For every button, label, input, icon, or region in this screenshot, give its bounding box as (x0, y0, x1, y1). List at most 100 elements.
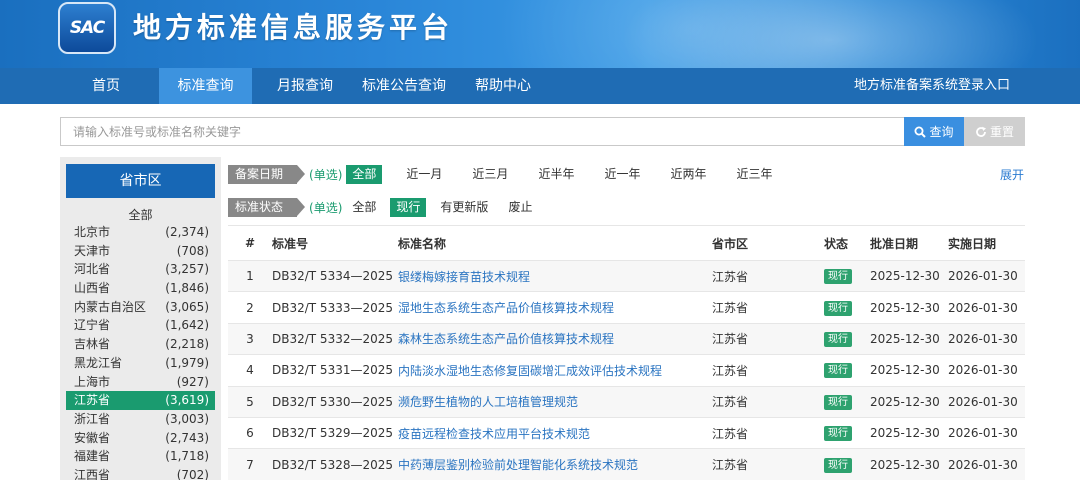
table-row[interactable]: 7 DB32/T 5328—2025 中药薄层鉴别检验前处理智能化系统技术规范 江苏省… (228, 448, 1025, 480)
row-index: 6 (228, 417, 272, 450)
table-row[interactable]: 4 DB32/T 5331—2025 内陆淡水湿地生态修复固碳增汇成效评估技术规程 江… (228, 354, 1025, 387)
region-item[interactable]: 北京市 (2,374) (66, 223, 215, 242)
standard-name-link[interactable]: 湿地生态系统生态产品价值核算技术规程 (398, 301, 614, 315)
nav-monthly-report[interactable]: 月报查询 (262, 68, 348, 104)
row-code: DB32/T 5330—2025 (272, 386, 398, 418)
query-button[interactable]: 查询 (904, 117, 964, 146)
row-effective-date: 2026-01-30 (948, 386, 1025, 418)
filing-system-login-link[interactable]: 地方标准备案系统登录入口 (854, 68, 1010, 104)
row-name-cell: 内陆淡水湿地生态修复固碳增汇成效评估技术规程 (398, 354, 712, 387)
standard-name-link[interactable]: 中药薄层鉴别检验前处理智能化系统技术规范 (398, 458, 638, 472)
filter-date-option[interactable]: 近一月 (400, 165, 448, 184)
row-effective-date: 2026-01-30 (948, 323, 1025, 356)
table-row[interactable]: 2 DB32/T 5333—2025 湿地生态系统生态产品价值核算技术规程 江苏省 现行… (228, 291, 1025, 324)
region-item[interactable]: 内蒙古自治区 (3,065) (66, 298, 215, 317)
filter-date-option[interactable]: 近三年 (730, 165, 778, 184)
refresh-icon (976, 126, 986, 137)
nav-standard-query[interactable]: 标准查询 (159, 68, 252, 104)
filter-status-option[interactable]: 有更新版 (434, 198, 494, 217)
standard-name-link[interactable]: 内陆淡水湿地生态修复固碳增汇成效评估技术规程 (398, 364, 662, 378)
table-row[interactable]: 5 DB32/T 5330—2025 濒危野生植物的人工培植管理规范 江苏省 现行 202… (228, 386, 1025, 418)
region-name: 江西省 (74, 467, 111, 480)
region-count: (3,003) (165, 411, 209, 426)
region-item[interactable]: 山西省 (1,846) (66, 279, 215, 298)
standard-name-link[interactable]: 濒危野生植物的人工培植管理规范 (398, 395, 578, 409)
region-item[interactable]: 安徽省 (2,743) (66, 429, 215, 448)
sidebar-title: 省市区 (66, 164, 215, 198)
region-count: (927) (176, 374, 209, 389)
region-count: (1,979) (165, 355, 209, 370)
standard-name-link[interactable]: 森林生态系统生态产品价值核算技术规程 (398, 332, 614, 346)
region-all[interactable]: 全部 (60, 205, 221, 225)
region-item[interactable]: 江苏省 (3,619) (66, 391, 215, 410)
col-province[interactable]: 省市区 (712, 225, 824, 261)
row-index: 3 (228, 323, 272, 356)
filter-date-option[interactable]: 近两年 (664, 165, 712, 184)
region-item[interactable]: 浙江省 (3,003) (66, 410, 215, 429)
search-input[interactable] (60, 117, 905, 146)
col-name[interactable]: 标准名称 (398, 225, 712, 261)
region-item[interactable]: 河北省 (3,257) (66, 260, 215, 279)
table-row[interactable]: 3 DB32/T 5332—2025 森林生态系统生态产品价值核算技术规程 江苏省 现行… (228, 323, 1025, 356)
filter-date-option[interactable]: 全部 (346, 164, 383, 184)
nav-help-center[interactable]: 帮助中心 (463, 68, 543, 104)
row-index: 2 (228, 291, 272, 324)
row-name-cell: 银缕梅嫁接育苗技术规程 (398, 260, 712, 293)
row-province: 江苏省 (712, 354, 824, 387)
region-count: (3,257) (165, 262, 209, 277)
glow-decoration (620, 0, 1040, 68)
expand-link[interactable]: 展开 (1000, 166, 1024, 183)
search-icon (914, 126, 927, 138)
region-item[interactable]: 天津市 (708) (66, 242, 215, 261)
row-status-cell: 现行 (824, 354, 870, 387)
sac-logo[interactable]: SAC (58, 2, 116, 54)
region-list: 北京市 (2,374) 天津市 (708) 河北省 (3,257) 山西省 (1,846) 内蒙… (66, 223, 215, 480)
region-item[interactable]: 江西省 (702) (66, 466, 215, 480)
nav-announcement-query[interactable]: 标准公告查询 (356, 68, 452, 104)
region-item[interactable]: 黑龙江省 (1,979) (66, 354, 215, 373)
region-name: 北京市 (74, 225, 111, 239)
filter-status-option[interactable]: 现行 (390, 197, 427, 217)
filter-date-label: 备案日期 (228, 164, 306, 184)
filter-status-row: 标准状态 (单选) 全部 现行 有更新版 废止 (228, 197, 546, 217)
status-badge: 现行 (824, 426, 852, 442)
row-approved-date: 2025-12-30 (870, 323, 948, 356)
region-name: 辽宁省 (74, 318, 111, 333)
row-name-cell: 湿地生态系统生态产品价值核算技术规程 (398, 291, 712, 324)
row-effective-date: 2026-01-30 (948, 417, 1025, 450)
row-province: 江苏省 (712, 386, 824, 418)
filter-date-option[interactable]: 近半年 (532, 165, 580, 184)
filter-status-option[interactable]: 废止 (502, 198, 538, 217)
row-approved-date: 2025-12-30 (870, 291, 948, 324)
region-item[interactable]: 吉林省 (2,218) (66, 335, 215, 354)
table-header-row: # 标准号 标准名称 省市区 状态 批准日期 实施日期 (228, 225, 1025, 261)
region-item[interactable]: 辽宁省 (1,642) (66, 316, 215, 335)
filter-date-option[interactable]: 近一年 (598, 165, 646, 184)
standard-name-link[interactable]: 疫苗远程检查技术应用平台技术规范 (398, 427, 590, 441)
filter-date-option[interactable]: 近三月 (466, 165, 514, 184)
filter-status-option[interactable]: 全部 (346, 198, 382, 217)
region-item[interactable]: 上海市 (927) (66, 373, 215, 392)
col-code[interactable]: 标准号 (272, 225, 398, 261)
standard-name-link[interactable]: 银缕梅嫁接育苗技术规程 (398, 270, 530, 284)
standards-table: # 标准号 标准名称 省市区 状态 批准日期 实施日期 1 DB32/T 5334… (228, 225, 1025, 480)
row-status-cell: 现行 (824, 386, 870, 418)
region-count: (3,065) (165, 299, 209, 314)
region-name: 福建省 (74, 449, 111, 464)
col-effective[interactable]: 实施日期 (948, 225, 1025, 261)
col-index: # (228, 225, 272, 261)
nav-home[interactable]: 首页 (58, 68, 154, 104)
col-approved[interactable]: 批准日期 (870, 225, 948, 261)
row-code: DB32/T 5329—2025 (272, 417, 398, 450)
table-row[interactable]: 1 DB32/T 5334—2025 银缕梅嫁接育苗技术规程 江苏省 现行 2025-12… (228, 260, 1025, 293)
region-name: 天津市 (74, 243, 111, 258)
region-name: 吉林省 (74, 337, 111, 352)
row-code: DB32/T 5332—2025 (272, 323, 398, 356)
region-count: (2,218) (165, 337, 209, 352)
row-name-cell: 森林生态系统生态产品价值核算技术规程 (398, 323, 712, 356)
region-item[interactable]: 福建省 (1,718) (66, 447, 215, 466)
table-row[interactable]: 6 DB32/T 5329—2025 疫苗远程检查技术应用平台技术规范 江苏省 现行 20… (228, 417, 1025, 450)
reset-button[interactable]: 重置 (964, 117, 1025, 146)
region-count: (2,374) (165, 225, 209, 239)
col-status[interactable]: 状态 (824, 225, 870, 261)
